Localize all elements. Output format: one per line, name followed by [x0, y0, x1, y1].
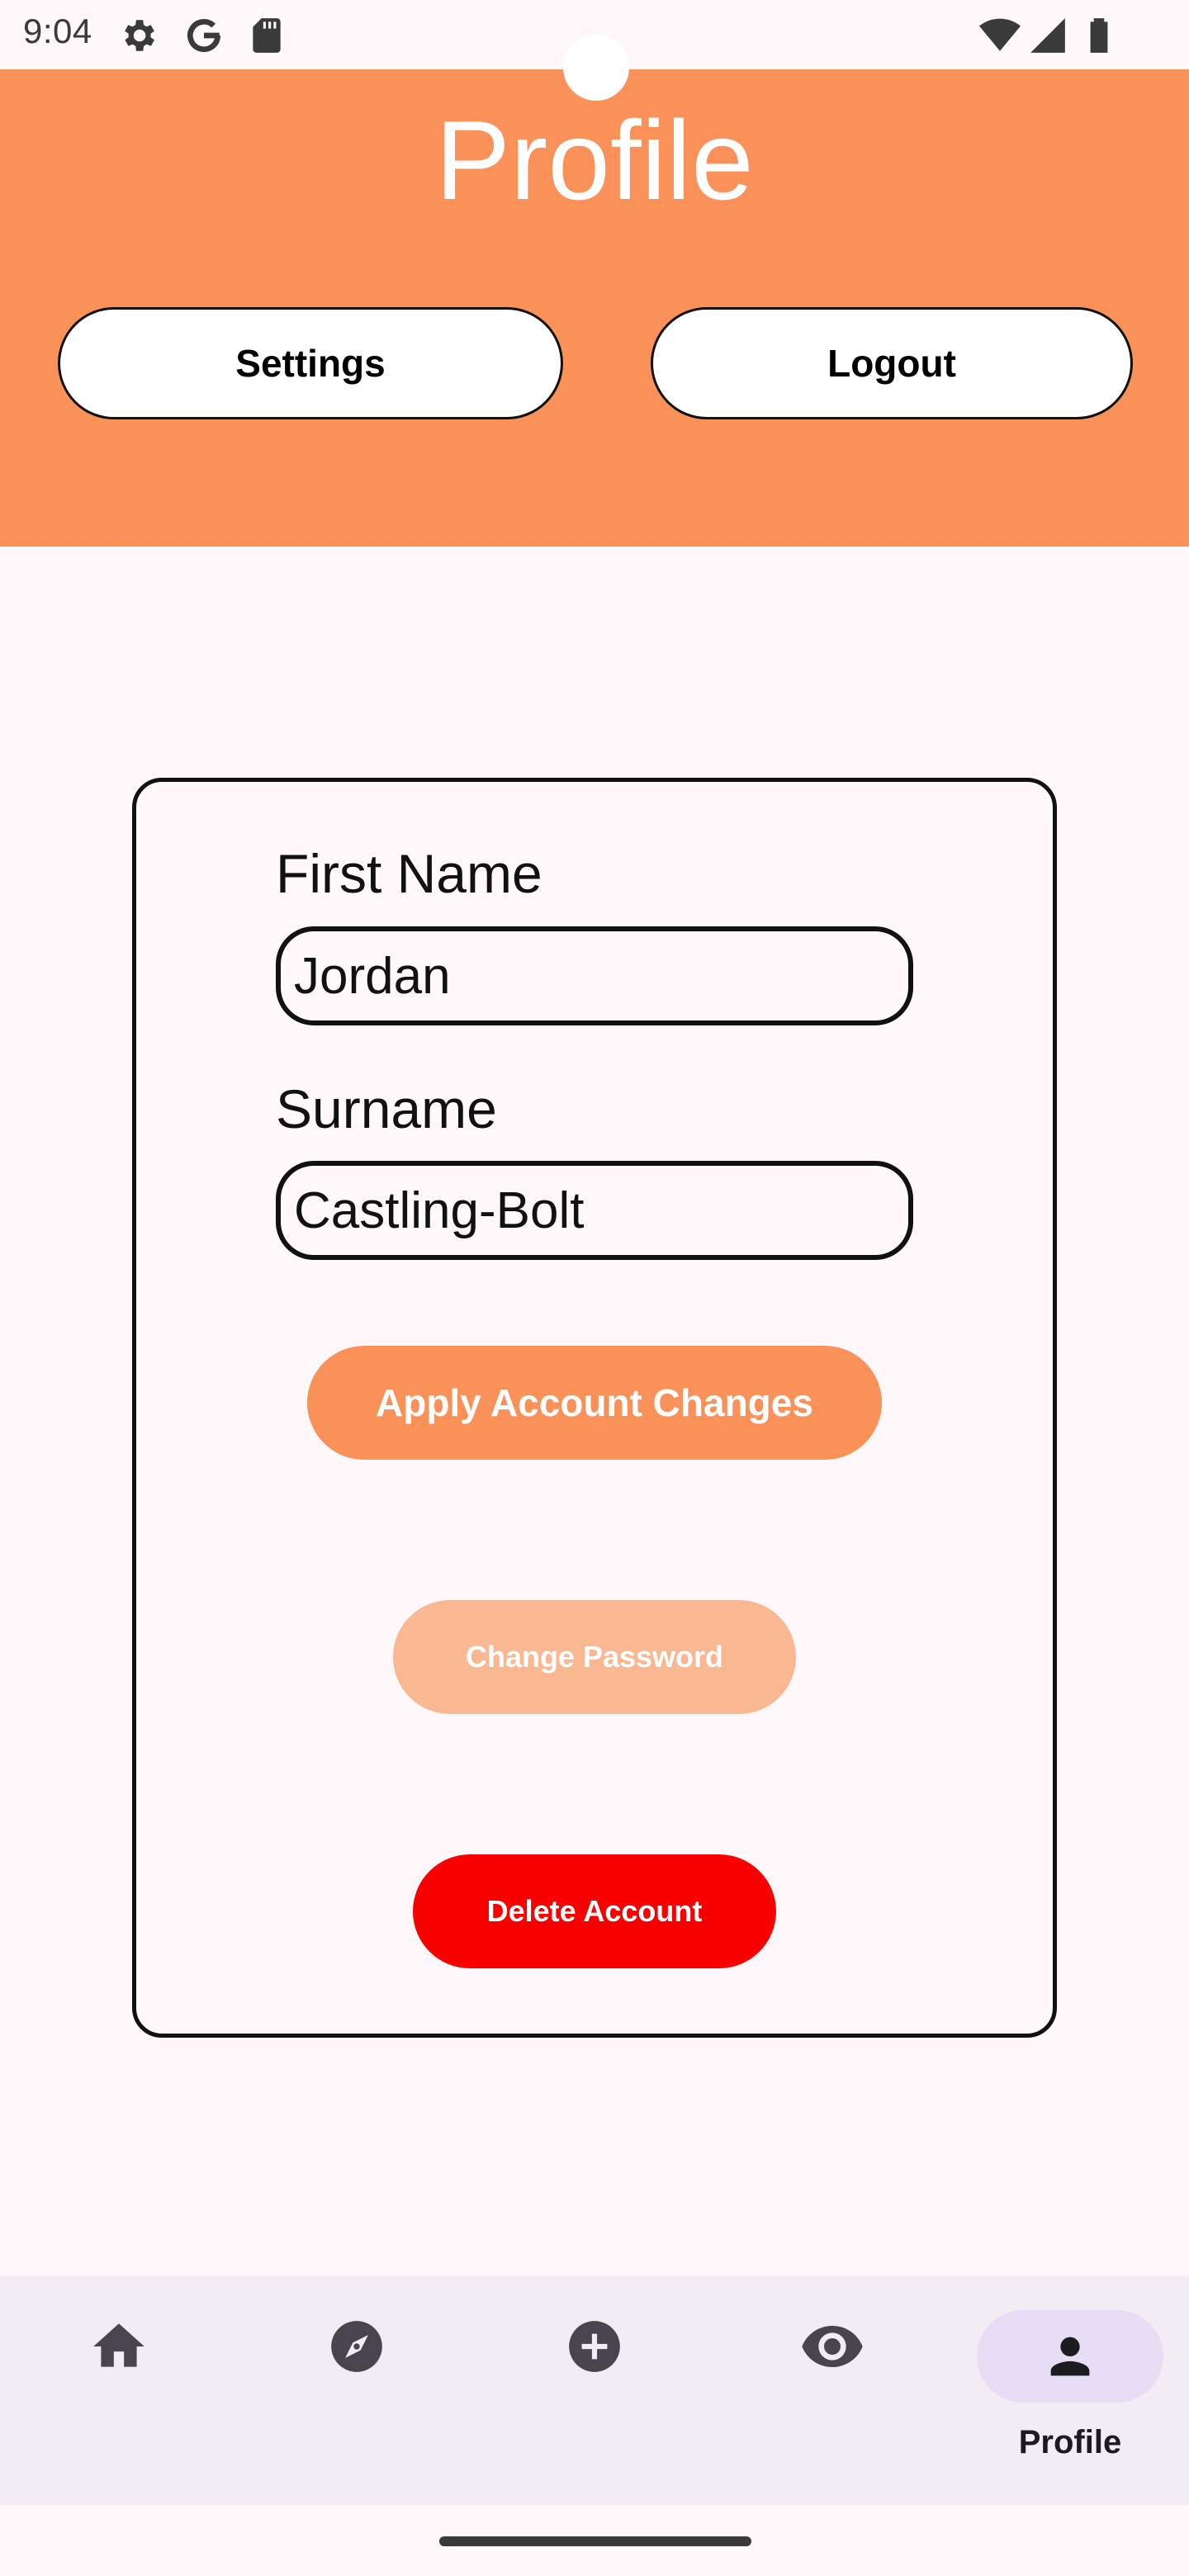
- battery-icon: [1090, 18, 1108, 53]
- nav-explore[interactable]: [238, 2275, 476, 2505]
- home-indicator[interactable]: [439, 2536, 751, 2546]
- nav-profile[interactable]: Profile: [951, 2275, 1189, 2505]
- camera-cutout: [563, 35, 629, 101]
- change-password-button[interactable]: Change Password: [393, 1600, 796, 1714]
- home-icon: [93, 2323, 144, 2367]
- add-circle-icon: [569, 2321, 620, 2372]
- nav-profile-label: Profile: [1018, 2424, 1122, 2460]
- settings-button[interactable]: Settings: [58, 307, 563, 419]
- compass-icon: [331, 2321, 382, 2372]
- person-icon: [1050, 2337, 1090, 2376]
- signal-icon: [1030, 18, 1065, 53]
- surname-label: Surname: [276, 1078, 497, 1139]
- status-time: 9:04: [23, 12, 92, 50]
- wifi-icon: [979, 18, 1021, 51]
- first-name-label: First Name: [276, 843, 542, 904]
- google-g-icon: [187, 19, 220, 52]
- eye-icon: [802, 2326, 863, 2367]
- delete-account-button[interactable]: Delete Account: [413, 1854, 776, 1968]
- logout-button[interactable]: Logout: [651, 307, 1133, 419]
- page-title: Profile: [435, 97, 754, 223]
- active-indicator: [977, 2310, 1163, 2403]
- surname-field[interactable]: Castling-Bolt: [276, 1161, 913, 1260]
- nav-home[interactable]: [0, 2275, 238, 2505]
- apply-account-changes-button[interactable]: Apply Account Changes: [307, 1346, 882, 1460]
- nav-watch[interactable]: [713, 2275, 951, 2505]
- nav-add[interactable]: [476, 2275, 713, 2505]
- sd-card-icon: [253, 18, 281, 53]
- gear-icon: [125, 20, 154, 51]
- first-name-field[interactable]: Jordan: [276, 926, 913, 1025]
